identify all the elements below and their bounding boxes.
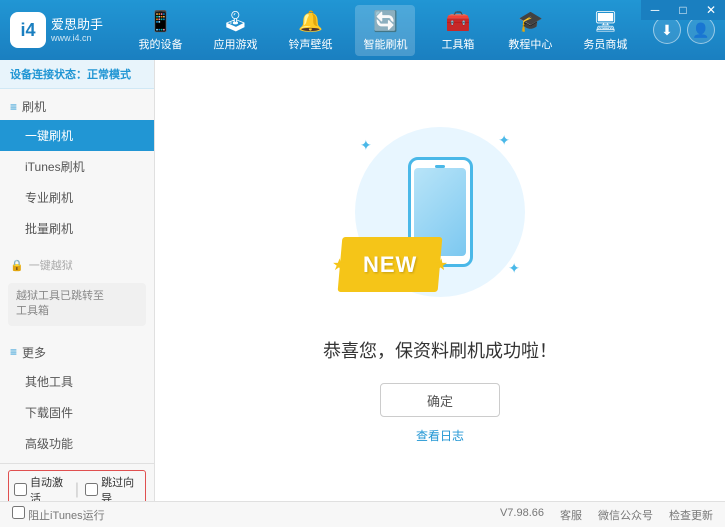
tutorial-icon: 🎓 xyxy=(518,9,543,34)
toolbox-label: 工具箱 xyxy=(441,36,474,52)
star-left-icon: ★ xyxy=(331,255,347,275)
toolbox-icon: 🧰 xyxy=(445,9,470,34)
sidebar-item-one-key-flash[interactable]: 一键刷机 xyxy=(0,120,154,151)
auto-activate-checkbox[interactable] xyxy=(14,483,27,496)
close-button[interactable]: ✕ xyxy=(697,0,725,20)
sidebar-item-other-tools[interactable]: 其他工具 xyxy=(0,366,154,397)
flash-section-icon: ≡ xyxy=(10,100,17,114)
logo: i4 爱思助手 www.i4.cn xyxy=(10,12,103,48)
more-section-header: ≡ 更多 xyxy=(0,339,154,366)
divider: | xyxy=(75,481,79,499)
flash-section-label: 刷机 xyxy=(22,98,46,115)
more-icon: ≡ xyxy=(10,345,17,359)
auto-activate-row: 自动激活 | 跳过向导 xyxy=(8,470,146,501)
guide-activate-checkbox[interactable] xyxy=(85,483,98,496)
more-section-label: 更多 xyxy=(22,344,46,361)
content-area: ✦ ✦ ✦ ★ NEW ★ 恭喜您，保资料刷机成功啦！ 确定 查看日志 xyxy=(155,60,725,501)
jailbreak-label: 一键越狱 xyxy=(29,257,73,273)
smart-flash-icon: 🔄 xyxy=(373,9,398,34)
sidebar-item-itunes-flash[interactable]: iTunes刷机 xyxy=(0,151,154,182)
nav-toolbox[interactable]: 🧰 工具箱 xyxy=(430,5,485,56)
more-section: ≡ 更多 其他工具 下载固件 高级功能 xyxy=(0,335,154,463)
logo-name: 爱思助手 xyxy=(51,17,103,33)
footer: 阻止iTunes运行 V7.98.66 客服 微信公众号 检查更新 xyxy=(0,501,725,527)
service-label: 务员商城 xyxy=(583,36,627,52)
confirm-button[interactable]: 确定 xyxy=(380,383,500,417)
sidebar: 设备连接状态：正常模式 ≡ 刷机 一键刷机 iTunes刷机 专业刷机 批量刷机… xyxy=(0,60,155,501)
new-badge-text: NEW xyxy=(363,252,417,278)
lock-icon: 🔒 xyxy=(10,259,24,272)
footer-link-home[interactable]: 客服 xyxy=(560,507,582,523)
status-label: 设备连接状态： xyxy=(10,69,87,81)
minimize-button[interactable]: ─ xyxy=(641,0,669,20)
my-device-label: 我的设备 xyxy=(139,36,183,52)
sparkle-2: ✦ xyxy=(498,132,510,149)
version-label: V7.98.66 xyxy=(500,507,544,523)
log-link[interactable]: 查看日志 xyxy=(416,427,464,444)
logo-sub: www.i4.cn xyxy=(51,33,103,43)
itunes-footer-label[interactable]: 阻止iTunes运行 xyxy=(12,510,105,522)
my-device-icon: 📱 xyxy=(148,9,173,34)
phone-dot xyxy=(435,165,445,168)
nav-tutorial[interactable]: 🎓 教程中心 xyxy=(500,5,560,56)
itunes-footer-checkbox[interactable] xyxy=(12,506,25,519)
new-banner: ★ NEW ★ xyxy=(338,237,443,292)
user-button[interactable]: 👤 xyxy=(687,16,715,44)
star-right-icon: ★ xyxy=(433,255,449,275)
ringtones-label: 铃声壁纸 xyxy=(288,36,332,52)
sidebar-item-download-firmware[interactable]: 下载固件 xyxy=(0,397,154,428)
success-title: 恭喜您，保资料刷机成功啦！ xyxy=(323,337,557,363)
sparkle-3: ✦ xyxy=(508,260,520,277)
jailbreak-info-box: 越狱工具已跳转至 工具箱 xyxy=(8,283,146,326)
download-button[interactable]: ⬇ xyxy=(653,16,681,44)
service-icon: 🖥 xyxy=(593,9,618,34)
status-value: 正常模式 xyxy=(87,69,131,81)
itunes-footer-text: 阻止iTunes运行 xyxy=(28,510,105,522)
header-right: ⬇ 👤 xyxy=(653,16,715,44)
tutorial-label: 教程中心 xyxy=(508,36,552,52)
logo-icon: i4 xyxy=(10,12,46,48)
nav-apps-games[interactable]: 🕹 应用游戏 xyxy=(205,5,265,56)
nav-my-device[interactable]: 📱 我的设备 xyxy=(131,5,191,56)
footer-link-update[interactable]: 检查更新 xyxy=(669,507,713,523)
sidebar-item-advanced[interactable]: 高级功能 xyxy=(0,428,154,459)
sidebar-item-pro-flash[interactable]: 专业刷机 xyxy=(0,182,154,213)
footer-link-wechat[interactable]: 微信公众号 xyxy=(598,507,653,523)
header: i4 爱思助手 www.i4.cn 📱 我的设备 🕹 应用游戏 🔔 铃声壁纸 🔄… xyxy=(0,0,725,60)
nav-smart-flash[interactable]: 🔄 智能刷机 xyxy=(355,5,415,56)
footer-right: V7.98.66 客服 微信公众号 检查更新 xyxy=(500,507,713,523)
device-section: 自动激活 | 跳过向导 📱 iPhone 15 Pro Max 512GB iP… xyxy=(0,463,154,501)
nav-bar: 📱 我的设备 🕹 应用游戏 🔔 铃声壁纸 🔄 智能刷机 🧰 工具箱 🎓 教程中心… xyxy=(123,5,643,56)
success-image: ✦ ✦ ✦ ★ NEW ★ xyxy=(340,117,540,317)
status-bar: 设备连接状态：正常模式 xyxy=(0,60,154,89)
sparkle-1: ✦ xyxy=(360,137,372,154)
main-wrapper: 设备连接状态：正常模式 ≡ 刷机 一键刷机 iTunes刷机 专业刷机 批量刷机… xyxy=(0,60,725,501)
auto-activate-label[interactable]: 自动激活 xyxy=(14,474,69,501)
nav-ringtones[interactable]: 🔔 铃声壁纸 xyxy=(280,5,340,56)
restore-button[interactable]: □ xyxy=(669,0,697,20)
flash-section-header: ≡ 刷机 xyxy=(0,93,154,120)
apps-games-icon: 🕹 xyxy=(223,9,248,34)
footer-left: 阻止iTunes运行 xyxy=(12,506,480,523)
apps-games-label: 应用游戏 xyxy=(213,36,257,52)
smart-flash-label: 智能刷机 xyxy=(363,36,407,52)
sidebar-item-batch-flash[interactable]: 批量刷机 xyxy=(0,213,154,244)
jailbreak-section: 🔒 一键越狱 越狱工具已跳转至 工具箱 xyxy=(0,248,154,335)
jailbreak-section-header: 🔒 一键越狱 xyxy=(0,252,154,278)
nav-service[interactable]: 🖥 务员商城 xyxy=(575,5,635,56)
logo-text-block: 爱思助手 www.i4.cn xyxy=(51,17,103,43)
ringtones-icon: 🔔 xyxy=(298,9,323,34)
flash-section: ≡ 刷机 一键刷机 iTunes刷机 专业刷机 批量刷机 xyxy=(0,89,154,248)
guide-activate-label[interactable]: 跳过向导 xyxy=(85,474,140,501)
window-controls: ─ □ ✕ xyxy=(641,0,725,20)
